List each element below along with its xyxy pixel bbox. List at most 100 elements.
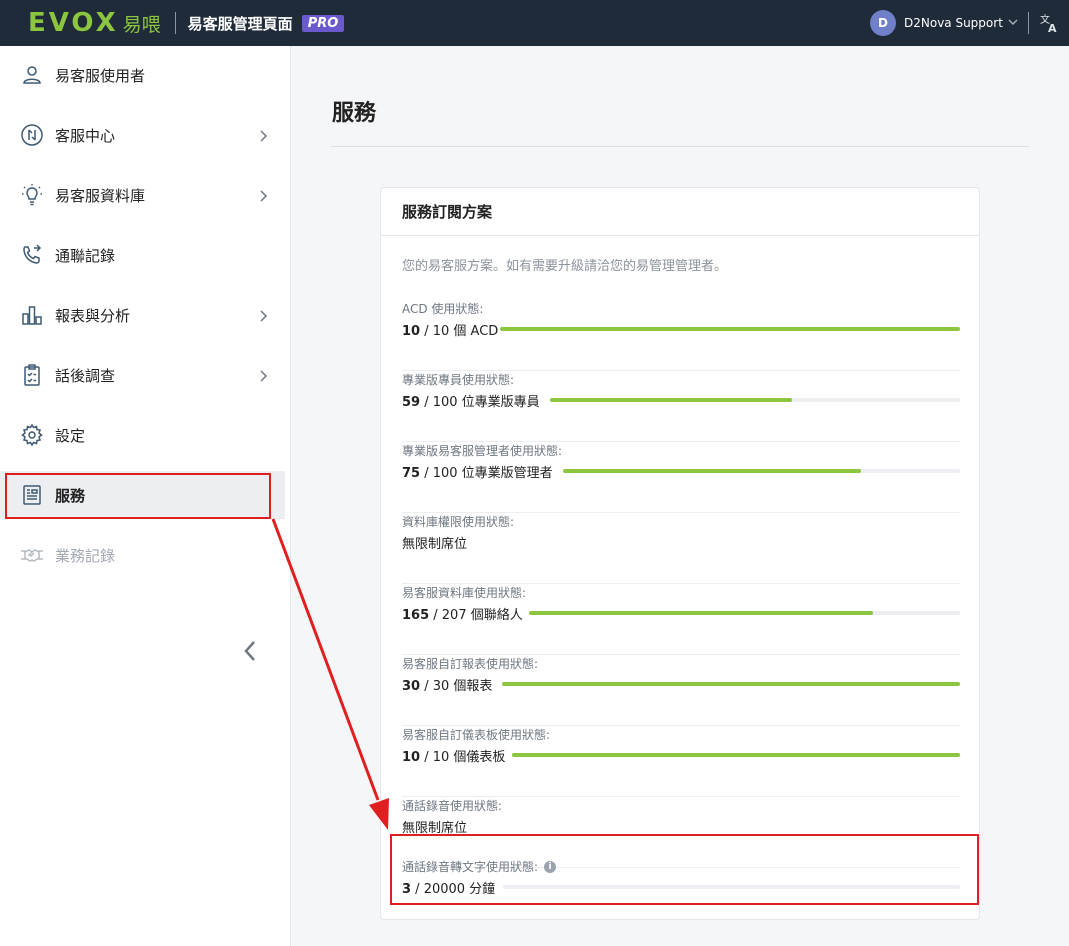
usage-label-text: 易客服資料庫使用狀態:: [402, 586, 527, 600]
service-icon: [20, 483, 44, 507]
usage-label-text: ACD 使用狀態:: [402, 302, 484, 316]
top-bar: EVOX 易喂 易客服管理頁面 PRO D D2Nova Support 文 A: [0, 0, 1069, 46]
usage-label: 專業版專員使用狀態:: [402, 371, 514, 388]
usage-row: 易客服自訂報表使用狀態: 30 / 30 個報表: [402, 655, 960, 726]
usage-row: 專業版專員使用狀態: 59 / 100 位專業版專員: [402, 371, 960, 442]
avatar: D: [870, 10, 896, 36]
info-icon[interactable]: i: [544, 860, 557, 873]
usage-total-text: / 20000 分鐘: [411, 882, 496, 897]
usage-label: 易客服自訂報表使用狀態:: [402, 655, 538, 672]
chevron-right-icon: [257, 308, 271, 322]
subscription-card: 服務訂閱方案 您的易客服方案。如有需要升級請洽您的易管理管理者。 ACD 使用狀…: [380, 187, 980, 920]
usage-label-text: 專業版專員使用狀態:: [402, 373, 515, 387]
sidebar-item-users[interactable]: 易客服使用者: [0, 51, 285, 99]
user-name: D2Nova Support: [904, 16, 1003, 30]
call-log-icon: [20, 243, 44, 267]
usage-label-text: 資料庫權限使用狀態:: [402, 515, 515, 529]
usage-label: 通話錄音轉文字使用狀態: i: [402, 858, 557, 875]
sidebar-item-label: 通聯記錄: [55, 246, 116, 265]
usage-progress-bar: [500, 327, 960, 331]
usage-value: 10 / 10 個儀表板: [402, 746, 505, 765]
logo-cn-text: 易喂: [122, 13, 161, 36]
handshake-icon: [20, 543, 44, 567]
collapse-sidebar-button[interactable]: [238, 636, 262, 666]
sidebar-item-label: 報表與分析: [55, 306, 131, 325]
usage-value: 30 / 30 個報表: [402, 675, 492, 694]
usage-progress-bar: [503, 885, 960, 889]
sidebar-item-knowledge-base[interactable]: 易客服資料庫: [0, 171, 285, 219]
plan-description: 您的易客服方案。如有需要升級請洽您的易管理管理者。: [402, 259, 728, 274]
usage-label-text: 專業版易客服管理者使用狀態:: [402, 444, 563, 458]
usage-label: 通話錄音使用狀態:: [402, 797, 502, 814]
header-divider: [174, 12, 176, 34]
sidebar-item-label: 話後調查: [55, 366, 116, 385]
usage-used-count: 30: [402, 679, 421, 694]
usage-progress-fill: [512, 753, 960, 757]
title-divider: [331, 146, 1029, 147]
sidebar-item-label: 設定: [55, 426, 86, 445]
sidebar-item-business-record[interactable]: 業務記錄: [0, 531, 285, 579]
card-title: 服務訂閱方案: [381, 188, 979, 236]
usage-row: 易客服資料庫使用狀態: 165 / 207 個聯絡人: [402, 584, 960, 655]
user-menu[interactable]: D D2Nova Support: [870, 10, 1018, 36]
usage-row: 專業版易客服管理者使用狀態: 75 / 100 位專業版管理者: [402, 442, 960, 513]
usage-total-text: / 100 位專業版管理者: [420, 466, 553, 481]
usage-total-text: / 30 個報表: [420, 679, 493, 694]
usage-progress-bar: [563, 469, 960, 473]
usage-value: 75 / 100 位專業版管理者: [402, 462, 553, 481]
usage-value: 無限制席位: [402, 817, 467, 836]
evox-logo[interactable]: EVOX 易喂: [28, 8, 161, 38]
sidebar-item-service[interactable]: 服務: [0, 471, 285, 519]
logo-text: EVOX: [28, 8, 119, 38]
sidebar-item-survey[interactable]: 話後調查: [0, 351, 285, 399]
sidebar-item-label: 服務: [55, 486, 86, 505]
sidebar-item-call-log[interactable]: 通聯記錄: [0, 231, 285, 279]
sidebar-item-label: 易客服使用者: [55, 66, 146, 85]
usage-label: 易客服自訂儀表板使用狀態:: [402, 726, 550, 743]
sidebar-item-label: 易客服資料庫: [55, 186, 146, 205]
app-title: 易客服管理頁面: [187, 14, 293, 33]
usage-label-text: 通話錄音轉文字使用狀態:: [402, 860, 539, 874]
usage-used-count: 10: [402, 324, 421, 339]
usage-label-text: 易客服自訂報表使用狀態:: [402, 657, 539, 671]
usage-value: 無限制席位: [402, 533, 467, 552]
usage-used-count: 3: [402, 882, 412, 897]
usage-value: 10 / 10 個 ACD: [402, 320, 498, 339]
usage-progress-fill: [563, 469, 861, 473]
sidebar-item-settings[interactable]: 設定: [0, 411, 285, 459]
usage-used-count: 165: [402, 608, 430, 623]
usage-row: 通話錄音轉文字使用狀態: i 3 / 20000 分鐘: [402, 858, 960, 929]
usage-label: 資料庫權限使用狀態:: [402, 513, 514, 530]
usage-value: 59 / 100 位專業版專員: [402, 391, 540, 410]
usage-label: 專業版易客服管理者使用狀態:: [402, 442, 562, 459]
usage-label: 易客服資料庫使用狀態:: [402, 584, 526, 601]
usage-label-text: 易客服自訂儀表板使用狀態:: [402, 728, 551, 742]
usage-progress-bar: [529, 611, 960, 615]
usage-used-count: 10: [402, 750, 421, 765]
chevron-right-icon: [257, 368, 271, 382]
svg-text:A: A: [1048, 22, 1057, 34]
usage-total-text: 無限制席位: [402, 537, 468, 552]
sidebar-item-reports[interactable]: 報表與分析: [0, 291, 285, 339]
chevron-down-icon: [1008, 18, 1018, 29]
usage-value: 165 / 207 個聯絡人: [402, 604, 523, 623]
usage-total-text: / 100 位專業版專員: [420, 395, 540, 410]
pro-badge: PRO: [301, 14, 345, 32]
sidebar: 易客服使用者 客服中心 易客服資料庫 通聯記錄 報表與分析 話後調查 設定 服務…: [0, 46, 291, 946]
sidebar-item-label: 客服中心: [55, 126, 116, 145]
usage-label: ACD 使用狀態:: [402, 300, 483, 317]
language-icon[interactable]: 文 A: [1039, 12, 1061, 35]
usage-used-count: 59: [402, 395, 421, 410]
usage-progress-fill: [550, 398, 792, 402]
bar-chart-icon: [20, 303, 44, 327]
header-divider-right: [1028, 12, 1029, 34]
sidebar-item-contact-center[interactable]: 客服中心: [0, 111, 285, 159]
usage-total-text: 無限制席位: [402, 821, 468, 836]
chevron-right-icon: [257, 128, 271, 142]
usage-total-text: / 10 個 ACD: [420, 324, 499, 339]
usage-progress-bar: [512, 753, 960, 757]
usage-progress-fill: [500, 327, 960, 331]
usage-label-text: 通話錄音使用狀態:: [402, 799, 503, 813]
usage-progress-fill: [529, 611, 873, 615]
usage-value: 3 / 20000 分鐘: [402, 878, 495, 897]
